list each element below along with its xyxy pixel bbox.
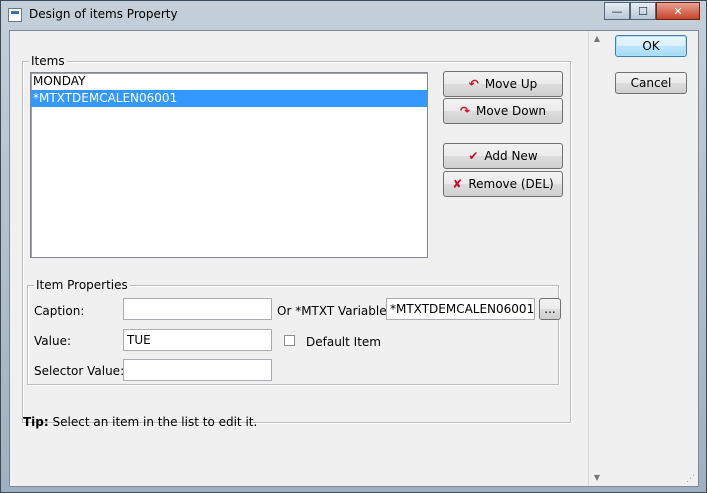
- checkmark-icon: ✔: [468, 149, 479, 163]
- selector-value-input[interactable]: [123, 359, 272, 381]
- cancel-button[interactable]: Cancel: [615, 72, 687, 94]
- items-listbox[interactable]: MONDAY *MTXTDEMCALEN06001: [30, 72, 428, 258]
- tip-prefix: Tip:: [23, 415, 49, 429]
- mtxt-variable-input[interactable]: *MTXTDEMCALEN06001: [386, 298, 535, 320]
- tip-text: Tip: Select an item in the list to edit …: [23, 415, 257, 429]
- vertical-scrollbar[interactable]: ▲ ▼: [588, 31, 605, 486]
- tip-message: Select an item in the list to edit it.: [48, 415, 258, 429]
- action-panel: OK Cancel: [605, 31, 698, 486]
- add-new-button[interactable]: ✔ Add New: [443, 143, 563, 169]
- remove-label: Remove (DEL): [468, 177, 554, 191]
- cancel-label: Cancel: [630, 76, 672, 90]
- dialog-client-area: Items MONDAY *MTXTDEMCALEN06001 ↶ Move Up…: [9, 30, 699, 487]
- ok-label: OK: [642, 39, 660, 53]
- minimize-icon: —: [611, 4, 623, 18]
- maximize-button[interactable]: ☐: [630, 2, 656, 20]
- default-item-checkbox[interactable]: [284, 335, 295, 346]
- remove-button[interactable]: ✘ Remove (DEL): [443, 171, 563, 197]
- move-up-label: Move Up: [484, 77, 538, 91]
- title-bar[interactable]: Design of items Property — ☐ ✕: [1, 1, 706, 29]
- scroll-down-icon[interactable]: ▼: [589, 470, 605, 486]
- scroll-up-icon[interactable]: ▲: [589, 31, 605, 47]
- maximize-icon: ☐: [638, 4, 648, 18]
- mtxt-variable-label: Or *MTXT Variable:: [277, 304, 391, 318]
- add-new-label: Add New: [484, 149, 538, 163]
- close-button[interactable]: ✕: [656, 2, 700, 20]
- move-up-button[interactable]: ↶ Move Up: [443, 71, 563, 97]
- caption-label: Caption:: [34, 304, 85, 318]
- move-down-icon: ↷: [459, 104, 471, 118]
- ellipsis-icon: ...: [544, 302, 556, 316]
- move-up-icon: ↶: [468, 77, 479, 91]
- remove-x-icon: ✘: [452, 177, 463, 191]
- value-label: Value:: [34, 334, 71, 348]
- move-down-button[interactable]: ↷ Move Down: [443, 98, 563, 124]
- minimize-button[interactable]: —: [604, 2, 630, 20]
- close-icon: ✕: [673, 4, 683, 18]
- window-controls: — ☐ ✕: [604, 2, 700, 20]
- caption-input[interactable]: [123, 298, 272, 320]
- browse-button[interactable]: ...: [539, 298, 561, 320]
- default-item-label: Default Item: [306, 335, 381, 349]
- value-input[interactable]: TUE: [123, 329, 272, 351]
- app-icon: [8, 8, 22, 22]
- items-list: MONDAY *MTXTDEMCALEN06001: [31, 73, 427, 107]
- window-title: Design of items Property: [29, 7, 178, 21]
- move-down-label: Move Down: [476, 104, 547, 118]
- items-group-label: Items: [29, 54, 67, 68]
- list-item[interactable]: MONDAY: [31, 73, 427, 90]
- item-properties-label: Item Properties: [34, 278, 130, 292]
- selector-value-label: Selector Value:: [34, 364, 125, 378]
- ok-button[interactable]: OK: [615, 35, 687, 57]
- resize-grip-icon[interactable]: ⋰: [686, 474, 696, 484]
- dialog-window: Design of items Property — ☐ ✕ Items MON…: [0, 0, 707, 493]
- list-item[interactable]: *MTXTDEMCALEN06001: [31, 90, 427, 107]
